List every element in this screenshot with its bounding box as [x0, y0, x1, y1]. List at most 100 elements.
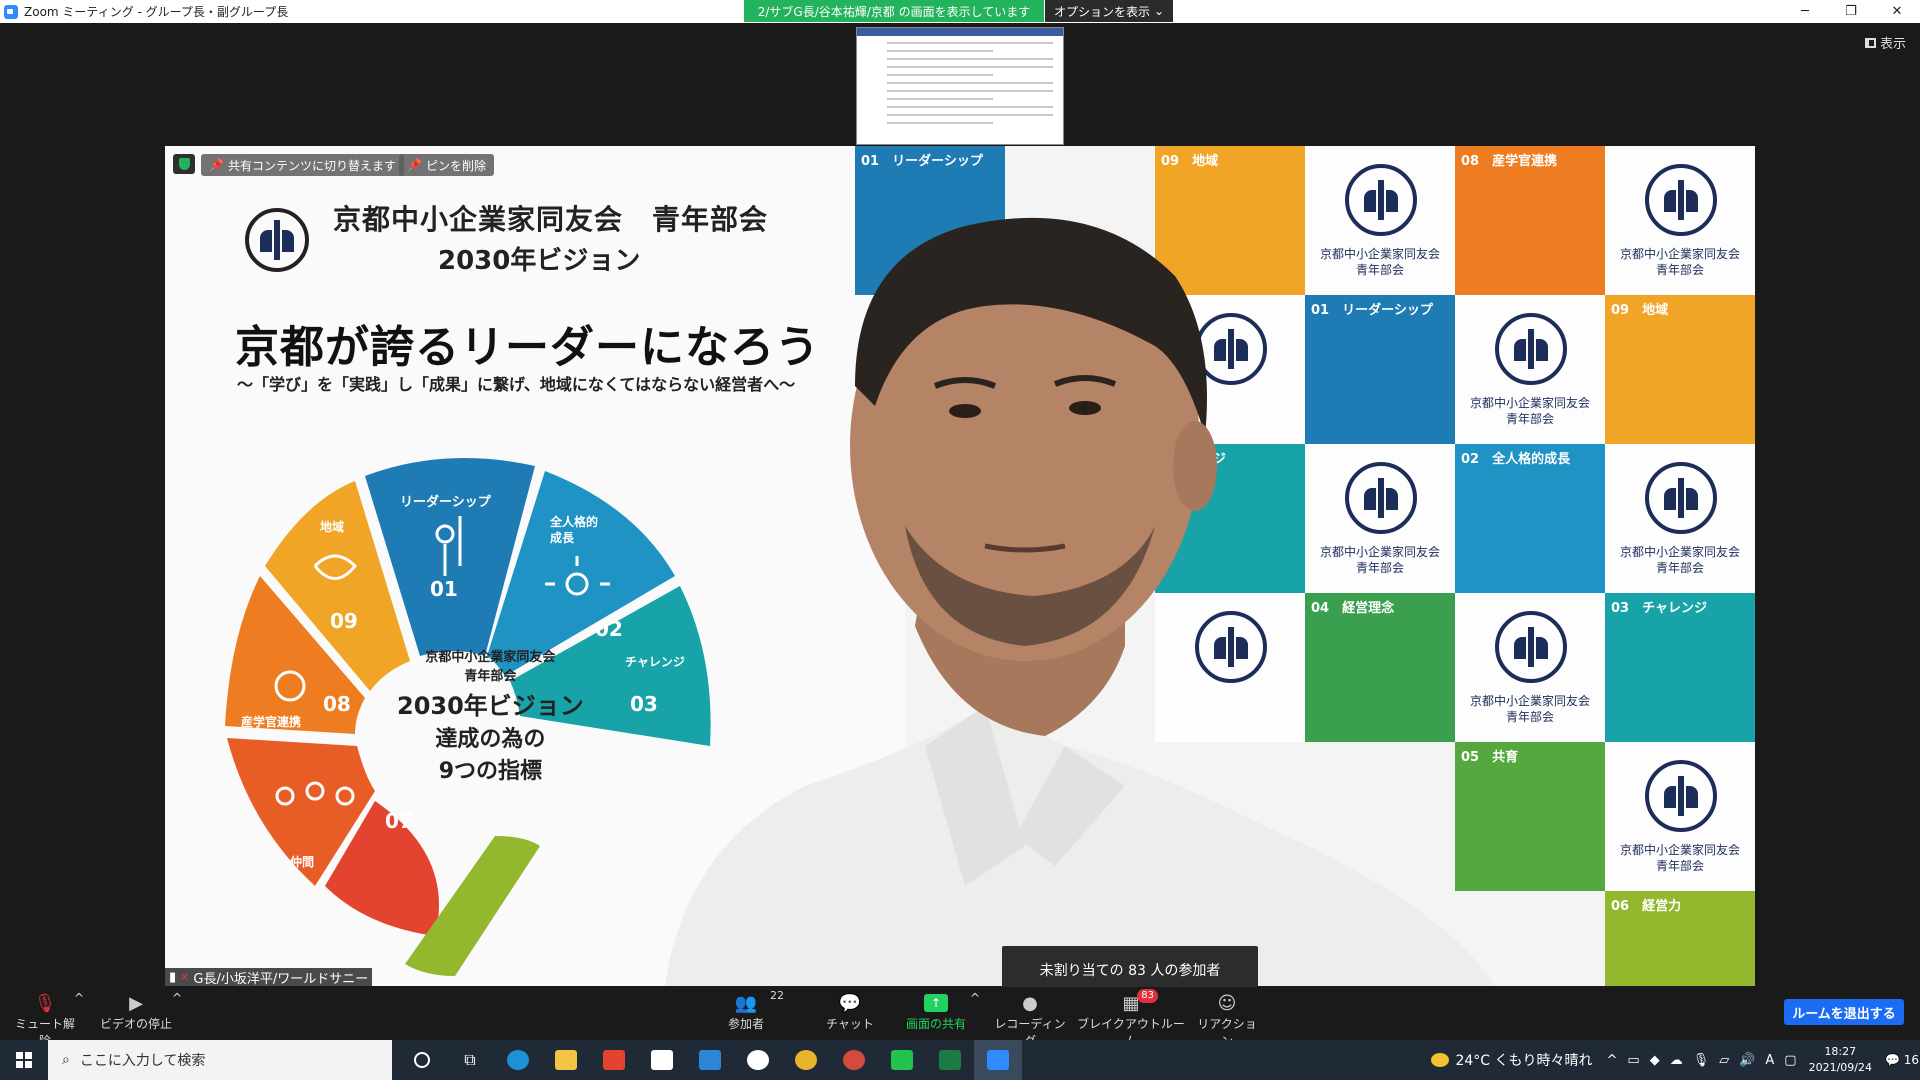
zoom-taskbar-icon[interactable] — [974, 1040, 1022, 1080]
participant-name-tag: ▮ ✕ G長/小坂洋平/ワールドサニー — [165, 968, 373, 986]
notification-icon: 💬 — [1884, 1053, 1900, 1067]
video-options-caret-icon[interactable]: ^ — [172, 991, 182, 1005]
segment-label-growth: 全人格的 — [549, 514, 598, 529]
background-slide: 京都中小企業家同友会 青年部会 2030年ビジョン 京都が誇るリーダーになろう … — [165, 146, 905, 986]
chat-button[interactable]: 💬 チャット — [826, 991, 874, 1032]
wifi-icon[interactable]: ▱ — [1719, 1053, 1729, 1068]
organization-emblem-icon — [1345, 462, 1417, 534]
organization-emblem-icon — [1645, 462, 1717, 534]
emblem-text-line: 京都中小企業家同友会 — [1469, 694, 1590, 708]
backdrop-tile-label: チャレンジ — [1161, 452, 1226, 467]
wheel-center-text: 京都中小企業家同友会 青年部会 2030年ビジョン 達成の為の 9つの指標 — [397, 646, 584, 785]
close-icon[interactable]: ✕ — [1874, 0, 1920, 23]
remove-pin-label: ピンを削除 — [425, 158, 486, 173]
stop-video-button[interactable]: ▶ ビデオの停止 — [100, 991, 172, 1032]
backdrop-tile-label: 01 リーダーシップ — [861, 154, 983, 169]
view-options-label: オプションを表示 — [1053, 4, 1150, 19]
start-button[interactable] — [0, 1040, 48, 1080]
leave-room-button[interactable]: ルームを退出する — [1784, 999, 1904, 1025]
emblem-text-line: 青年部会 — [1355, 263, 1404, 277]
volume-icon[interactable]: 🔊 — [1739, 1053, 1755, 1068]
participants-button[interactable]: 👥 22 参加者 — [722, 989, 784, 1032]
view-label: 表示 — [1879, 37, 1906, 52]
show-hidden-icons-icon[interactable]: ^ — [1606, 1053, 1617, 1068]
notification-center-button[interactable]: 💬 16 — [1884, 1053, 1920, 1067]
mail-icon[interactable] — [686, 1040, 734, 1080]
excel-icon[interactable] — [926, 1040, 974, 1080]
backdrop-tile: 03 チャレンジ — [1605, 593, 1755, 742]
backdrop-tile-label: 09 地域 — [1611, 303, 1669, 318]
participants-label: 参加者 — [727, 1017, 764, 1031]
emblem-text-line: 京都中小企業家同友会 — [1619, 843, 1740, 857]
backdrop-emblem-tile: 京都中小企業家同友会 青年部会 — [1305, 146, 1455, 295]
chat-bubble-icon: 💬 — [838, 992, 862, 1014]
task-view-icon[interactable]: ⧉ — [446, 1040, 494, 1080]
backdrop-tile-label: 04 経営理念 — [1311, 601, 1395, 616]
dropbox-icon[interactable]: ◆ — [1650, 1053, 1660, 1068]
clock-date: 2021/09/24 — [1808, 1061, 1872, 1074]
emblem-text-line: 京都中小企業家同友会 — [1619, 247, 1740, 261]
pin-icon: 📌 — [209, 158, 224, 172]
chrome-icon[interactable] — [782, 1040, 830, 1080]
file-explorer-icon[interactable] — [542, 1040, 590, 1080]
windows-logo-icon — [16, 1052, 32, 1068]
backdrop-tile-label: 09 地域 — [1161, 154, 1219, 169]
store-icon[interactable] — [638, 1040, 686, 1080]
network-icon[interactable]: ▭ — [1627, 1053, 1639, 1068]
emblem-text-line: 青年部会 — [1655, 263, 1704, 277]
backdrop-tile: 09 地域 — [1605, 295, 1755, 444]
zoom-app-icon — [4, 4, 18, 19]
weather-cloud-sun-icon — [1431, 1053, 1450, 1067]
backdrop-emblem-tile — [1155, 593, 1305, 742]
taskbar-search-placeholder: ここに入力して検索 — [79, 1053, 206, 1069]
remove-pin-button[interactable]: 📌 ピンを削除 — [399, 154, 494, 176]
chrome-profile-icon[interactable] — [830, 1040, 878, 1080]
edge-browser-icon[interactable] — [494, 1040, 542, 1080]
segment-number-07: 07 — [385, 809, 413, 833]
security-shield-icon[interactable] — [173, 154, 195, 174]
office-icon[interactable] — [590, 1040, 638, 1080]
signal-strength-icon: ▮ — [169, 969, 177, 985]
reaction-emoji-icon: ☺ — [1217, 992, 1237, 1014]
cloud-icon[interactable]: ☁ — [1670, 1053, 1683, 1068]
emblem-text-line: 青年部会 — [1505, 412, 1554, 426]
organization-emblem-icon — [1495, 611, 1567, 683]
segment-label-region: 地域 — [320, 519, 344, 534]
segment-label-growth-2: 成長 — [550, 530, 575, 545]
shared-screen-thumbnail[interactable] — [856, 27, 1064, 145]
switch-to-shared-content-label: 共有コンテンツに切り替えます — [227, 158, 396, 173]
share-options-caret-icon[interactable]: ^ — [970, 991, 980, 1005]
wheel-center-line-5: 9つの指標 — [438, 759, 543, 784]
organization-emblem-icon — [1495, 313, 1567, 385]
backdrop-tile: 01 リーダーシップ — [1305, 295, 1455, 444]
backdrop-emblem-tile: 京都中小企業家同友会 青年部会 — [1605, 742, 1755, 891]
taskbar-search-box[interactable]: ⌕ ここに入力して検索 — [48, 1040, 392, 1080]
breakout-rooms-icon: ▦ 83 — [1076, 989, 1186, 1015]
view-button[interactable]: 表示 — [1864, 33, 1906, 52]
window-title: Zoom ミーティング - グループ長・副グループ長 — [24, 5, 289, 19]
microphone-icon[interactable]: 🎙 — [1693, 1053, 1710, 1068]
share-screen-button[interactable]: ↑ 画面の共有 — [904, 991, 968, 1032]
input-method-icon[interactable]: ▢ — [1784, 1053, 1796, 1068]
window-controls: ─ ❐ ✕ — [1782, 0, 1920, 23]
muted-mic-icon: ✕ — [180, 970, 190, 984]
taskbar-clock[interactable]: 18:27 2021/09/24 — [1809, 1044, 1872, 1076]
audio-options-caret-icon[interactable]: ^ — [74, 991, 84, 1005]
restore-icon[interactable]: ❐ — [1828, 0, 1874, 23]
ime-indicator[interactable]: A — [1765, 1053, 1774, 1068]
slide-org-title: 京都中小企業家同友会 青年部会 — [333, 203, 769, 236]
slack-icon[interactable] — [734, 1040, 782, 1080]
weather-widget[interactable]: 24°C くもり時々晴れ — [1431, 1050, 1592, 1070]
backdrop-tile: 09 地域 — [1155, 146, 1305, 295]
minimize-icon[interactable]: ─ — [1782, 0, 1828, 23]
segment-label-industry: 産学官連携 — [241, 714, 301, 729]
active-speaker-video[interactable]: 京都中小企業家同友会 青年部会 2030年ビジョン 京都が誇るリーダーになろう … — [165, 146, 1755, 986]
backdrop-tile-label: 08 産学官連携 — [1461, 154, 1558, 169]
view-options-button[interactable]: オプションを表示 ⌄ — [1045, 0, 1173, 22]
emblem-text-line: 青年部会 — [1505, 710, 1554, 724]
switch-to-shared-content-button[interactable]: 📌 共有コンテンツに切り替えます — [201, 154, 404, 176]
windows-taskbar: ⌕ ここに入力して検索 ⧉ 24°C くもり時々晴れ ^ ▭ ◆ ☁ 🎙 ▱ 🔊… — [0, 1040, 1920, 1080]
cortana-icon[interactable] — [398, 1040, 446, 1080]
backdrop-tile: 01 リーダーシップ — [855, 146, 1005, 295]
line-app-icon[interactable] — [878, 1040, 926, 1080]
